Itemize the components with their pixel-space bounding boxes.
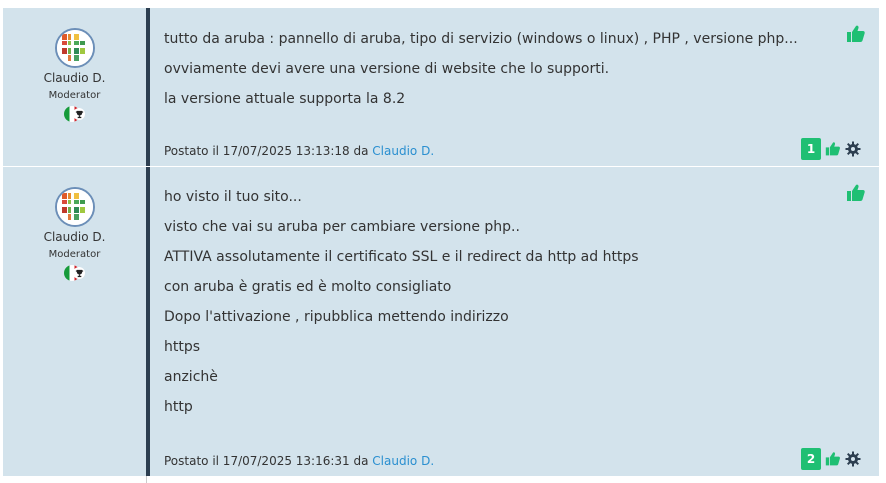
post-date: Postato il 17/07/2025 13:16:31 da [164,454,369,468]
post-line: http [164,399,193,415]
post-author-panel: Claudio D. Moderator [3,8,146,166]
user-badges [64,265,86,281]
post-line: tutto da aruba : pannello di aruba, tipo… [164,31,798,47]
avatar[interactable] [55,28,95,68]
post-author-panel: Claudio D. Moderator [3,167,146,476]
user-badges [64,106,86,122]
post-line: la versione attuale supporta la 8.2 [164,91,406,107]
forum-post: Claudio D. Moderator ho visto il tuo sit… [3,167,879,477]
divider-line [146,476,147,483]
author-name[interactable]: Claudio D. [3,71,146,85]
post-meta: Postato il 17/07/2025 13:13:18 da Claudi… [164,144,434,158]
author-role: Moderator [48,90,101,101]
post-line: anzichè [164,369,218,385]
gear-icon[interactable] [845,451,861,467]
thumbs-up-icon[interactable] [825,141,841,157]
forum-post: Claudio D. Moderator tutto da aruba : pa… [3,8,879,167]
like-count-badge[interactable]: 2 [801,448,821,470]
author-name[interactable]: Claudio D. [3,230,146,244]
post-line: ovviamente devi avere una versione di we… [164,61,610,77]
like-count-badge[interactable]: 1 [801,138,821,160]
author-role: Moderator [48,249,101,260]
trophy-icon [73,267,85,279]
post-body: tutto da aruba : pannello di aruba, tipo… [164,30,839,120]
post-line: visto che vai su aruba per cambiare vers… [164,219,520,235]
forum-thread: Claudio D. Moderator tutto da aruba : pa… [3,8,879,477]
post-line: ATTIVA assolutamente il certificato SSL … [164,249,639,265]
post-meta: Postato il 17/07/2025 13:16:31 da Claudi… [164,454,434,468]
post-divider [146,167,150,476]
thumbs-up-icon[interactable] [825,451,841,467]
post-author-link[interactable]: Claudio D. [372,144,434,158]
post-line: https [164,339,201,355]
post-actions: 2 [801,448,861,470]
post-line: con aruba è gratis ed è molto consigliat… [164,279,452,295]
gear-icon[interactable] [845,141,861,157]
post-author-link[interactable]: Claudio D. [372,454,434,468]
post-line: Dopo l'attivazione , ripubblica mettendo… [164,309,509,325]
post-line: ho visto il tuo sito... [164,189,302,205]
post-date: Postato il 17/07/2025 13:13:18 da [164,144,369,158]
post-body: ho visto il tuo sito... visto che vai su… [164,188,839,428]
trophy-icon [73,108,85,120]
avatar[interactable] [55,187,95,227]
thumbs-up-icon[interactable] [846,24,866,44]
post-actions: 1 [801,138,861,160]
thumbs-up-icon[interactable] [846,183,866,203]
post-divider [146,8,150,166]
